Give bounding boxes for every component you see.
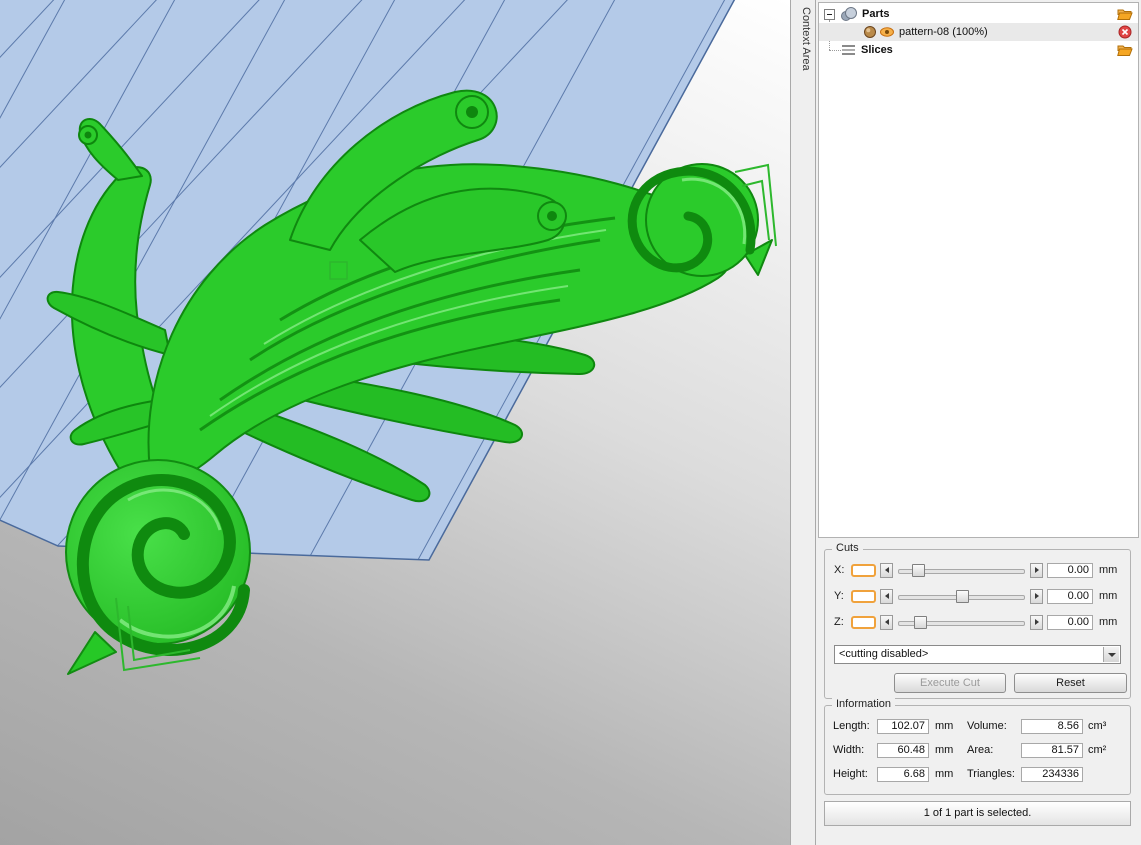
cut-row-y: Y: 0.00 mm (834, 588, 1121, 604)
information-groupbox: Information Length: 102.07 mm Width: 60.… (824, 698, 1131, 795)
area-label: Area: (967, 744, 994, 756)
volume-label: Volume: (967, 720, 1007, 732)
application-window: Context Area Parts pattern-08 (100%) Sli… (0, 0, 1141, 845)
slider-left-arrow[interactable] (880, 588, 893, 604)
info-row-volume: Volume: 8.56 cm³ (967, 718, 1106, 734)
cut-y-value-input[interactable]: 0.00 (1047, 588, 1093, 604)
parts-tree[interactable]: Parts pattern-08 (100%) Slices (818, 2, 1139, 538)
tree-label-slices: Slices (861, 44, 893, 56)
cuts-group-title: Cuts (832, 542, 863, 554)
width-label: Width: (833, 744, 865, 756)
cut-y-slider[interactable] (897, 589, 1026, 604)
slider-left-arrow[interactable] (880, 562, 893, 578)
parts-icon (841, 7, 857, 21)
chevron-down-icon (1107, 652, 1116, 657)
length-unit: mm (935, 720, 954, 732)
cut-z-slider[interactable] (897, 615, 1026, 630)
info-row-length: Length: 102.07 mm (833, 718, 953, 734)
slider-right-arrow[interactable] (1030, 562, 1043, 578)
triangles-value-field[interactable]: 234336 (1021, 766, 1083, 782)
tree-row-slices[interactable]: Slices (819, 41, 1138, 59)
info-row-area: Area: 81.57 cm² (967, 742, 1106, 758)
area-unit: cm² (1088, 744, 1107, 756)
part-sphere-icon (864, 26, 876, 38)
cut-z-slider-thumb[interactable] (913, 615, 927, 629)
slider-right-arrow[interactable] (1030, 614, 1043, 630)
width-unit: mm (935, 744, 954, 756)
cut-axis-y-label: Y: (834, 590, 844, 602)
cut-axis-z-label: Z: (834, 616, 844, 628)
height-value-field[interactable]: 6.68 (877, 766, 929, 782)
open-folder-icon[interactable] (1117, 7, 1133, 21)
volume-unit: cm³ (1088, 720, 1107, 732)
area-value-field[interactable]: 81.57 (1021, 742, 1083, 758)
cut-axis-x-color-field[interactable] (851, 563, 876, 577)
cut-axis-y-color-field[interactable] (851, 589, 876, 603)
arrow-right-icon (1034, 619, 1039, 625)
tree-row-pattern-08[interactable]: pattern-08 (100%) (819, 23, 1138, 41)
dropdown-button[interactable] (1103, 647, 1119, 662)
cut-z-value-input[interactable]: 0.00 (1047, 614, 1093, 630)
length-value-field[interactable]: 102.07 (877, 718, 929, 734)
cut-y-slider-thumb[interactable] (956, 589, 970, 603)
right-panel: Parts pattern-08 (100%) Slices Cuts X: 0… (816, 0, 1141, 845)
slices-icon (842, 45, 855, 55)
viewport-3d[interactable] (0, 0, 790, 845)
selection-status-bar: 1 of 1 part is selected. (824, 801, 1131, 826)
expander-icon[interactable] (824, 8, 835, 20)
arrow-right-icon (1034, 567, 1039, 573)
cut-axis-x-label: X: (834, 564, 845, 576)
remove-part-icon[interactable] (1117, 25, 1133, 39)
selection-status-text: 1 of 1 part is selected. (923, 807, 1032, 819)
arrow-right-icon (1034, 593, 1039, 599)
cuts-groupbox: Cuts X: 0.00 mm Y: 0.00 mm Z: 0.00 mm <c… (824, 542, 1131, 699)
tree-label-parts: Parts (862, 8, 890, 20)
arrow-left-icon (884, 619, 889, 625)
info-row-height: Height: 6.68 mm (833, 766, 953, 782)
cut-y-unit: mm (1099, 590, 1118, 602)
context-area-tab[interactable]: Context Area (790, 0, 816, 845)
cut-row-x: X: 0.00 mm (834, 562, 1121, 578)
tree-label-pattern-08: pattern-08 (100%) (899, 26, 988, 38)
cut-x-unit: mm (1099, 564, 1118, 576)
slider-left-arrow[interactable] (880, 614, 893, 630)
cut-axis-z-color-field[interactable] (851, 615, 876, 629)
info-row-width: Width: 60.48 mm (833, 742, 953, 758)
visibility-eye-icon[interactable] (879, 25, 895, 39)
triangles-label: Triangles: (967, 768, 1015, 780)
execute-cut-button[interactable]: Execute Cut (894, 673, 1006, 693)
scene-canvas[interactable] (0, 0, 790, 845)
length-label: Length: (833, 720, 870, 732)
cut-z-unit: mm (1099, 616, 1118, 628)
height-label: Height: (833, 768, 868, 780)
cut-x-slider-thumb[interactable] (912, 563, 926, 577)
cutting-mode-selected: <cutting disabled> (839, 648, 929, 660)
width-value-field[interactable]: 60.48 (877, 742, 929, 758)
cut-row-z: Z: 0.00 mm (834, 614, 1121, 630)
arrow-left-icon (884, 593, 889, 599)
height-unit: mm (935, 768, 954, 780)
information-group-title: Information (832, 698, 896, 710)
cutting-mode-dropdown[interactable]: <cutting disabled> (834, 645, 1121, 664)
context-area-label: Context Area (800, 7, 812, 71)
open-folder-icon[interactable] (1117, 43, 1133, 57)
slider-right-arrow[interactable] (1030, 588, 1043, 604)
cut-x-value-input[interactable]: 0.00 (1047, 562, 1093, 578)
volume-value-field[interactable]: 8.56 (1021, 718, 1083, 734)
tree-row-parts[interactable]: Parts (819, 5, 1138, 23)
arrow-left-icon (884, 567, 889, 573)
reset-button[interactable]: Reset (1014, 673, 1127, 693)
info-row-triangles: Triangles: 234336 (967, 766, 1088, 782)
cut-x-slider[interactable] (897, 563, 1026, 578)
